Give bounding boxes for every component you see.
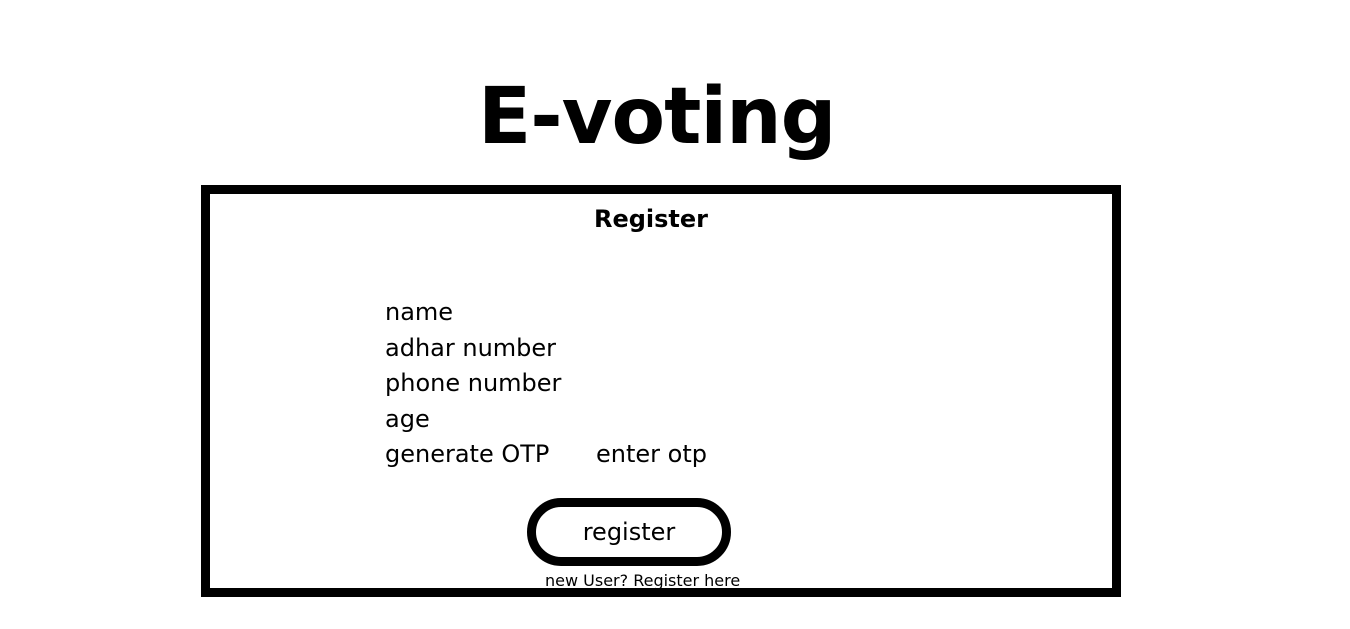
phone-number-field[interactable]: phone number: [385, 368, 561, 398]
register-card-title: Register: [593, 205, 709, 233]
name-field[interactable]: name: [385, 297, 453, 327]
generate-otp-button[interactable]: generate OTP: [385, 439, 549, 469]
adhar-number-field[interactable]: adhar number: [385, 333, 556, 363]
new-user-register-link[interactable]: new User? Register here: [545, 571, 740, 591]
age-field[interactable]: age: [385, 404, 430, 434]
register-card: Register name adhar number phone number …: [201, 185, 1121, 597]
enter-otp-field[interactable]: enter otp: [596, 439, 707, 469]
register-button[interactable]: register: [527, 498, 731, 566]
app-title: E-voting: [478, 72, 836, 162]
